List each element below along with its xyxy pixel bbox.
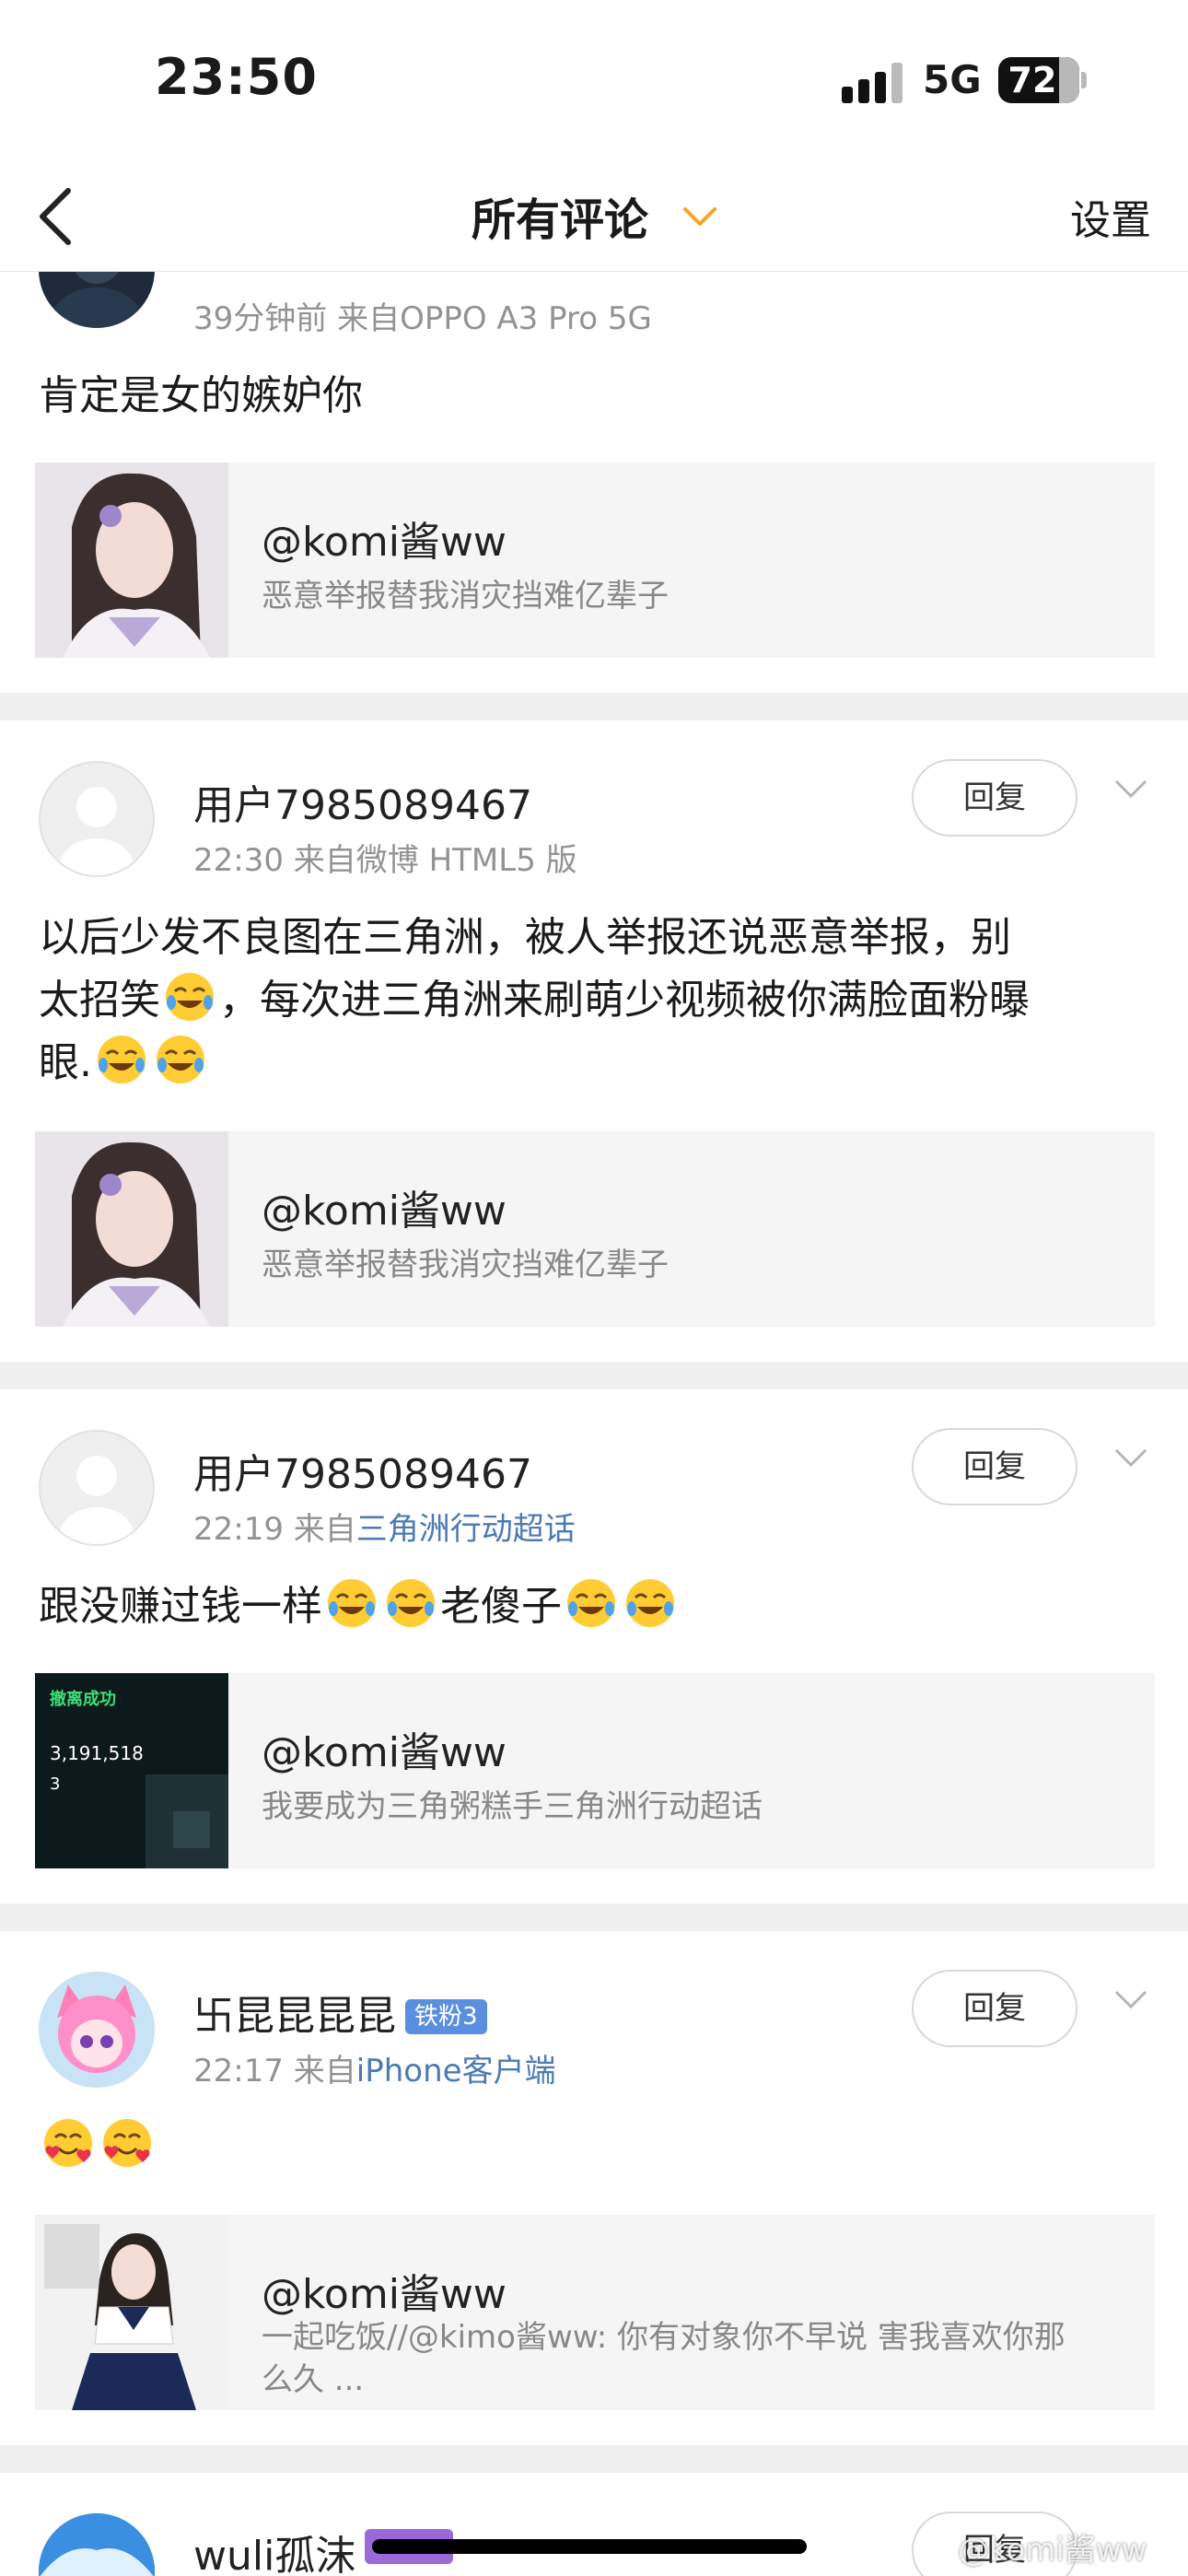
chevron-down-icon[interactable] <box>680 196 720 237</box>
back-button[interactable] <box>31 181 87 252</box>
battery-level: 72 <box>1007 60 1057 100</box>
laughing-emoji-icon <box>166 973 214 1021</box>
chevron-down-icon[interactable] <box>1112 1445 1149 1472</box>
card-title: @komi酱ww <box>262 1729 507 1776</box>
post-card[interactable]: @komi酱ww 一起吃饭//@kimo酱ww: 你有对象你不早说 害我喜欢你那… <box>35 2215 1155 2410</box>
laughing-emoji-icon <box>98 1036 146 1083</box>
comment-meta: 22:30 来自微博 HTML5 版 <box>193 842 577 879</box>
laughing-emoji-icon <box>626 1579 674 1627</box>
reply-button[interactable]: 回复 <box>912 1428 1077 1505</box>
reply-button[interactable]: 回复 <box>912 1970 1077 2047</box>
card-title: @komi酱ww <box>262 519 507 566</box>
avatar[interactable] <box>39 2513 155 2576</box>
comment-username-text: 卐昆昆昆昆 <box>193 1993 396 2040</box>
status-bar: 23:50 5G 72 <box>0 0 1188 161</box>
card-title: @komi酱ww <box>262 2271 507 2318</box>
comment-text: 跟没赚过钱一样 老傻子 <box>39 1575 1153 1638</box>
comment-text-line: 以后少发不良图在三角洲，被人举报还说恶意举报，别 <box>39 914 1011 961</box>
comment-text-line: 老傻子 <box>440 1583 562 1630</box>
comment-meta-time: 22:17 来自 <box>193 2053 356 2090</box>
chevron-down-icon[interactable] <box>1112 1986 1149 2014</box>
card-subtitle: 恶意举报替我消灾挡难亿辈子 <box>262 1247 669 1283</box>
post-thumbnail <box>35 1131 228 1327</box>
post-thumbnail <box>35 463 228 658</box>
client-link[interactable]: iPhone客户端 <box>356 2053 556 2090</box>
watermark: @komi酱ww <box>958 2532 1147 2569</box>
home-indicator[interactable] <box>372 2539 807 2554</box>
back-icon <box>40 188 71 245</box>
comment-username-text: wuli孤沫 <box>193 2533 356 2576</box>
thumb-count: 3 <box>50 1774 60 1794</box>
smiling-hearts-emoji-icon <box>44 2119 92 2167</box>
card-subtitle-line: 么久 ... <box>262 2361 365 2398</box>
reply-button[interactable]: 回复 <box>912 759 1077 837</box>
avatar[interactable] <box>39 1972 155 2088</box>
thumb-heading: 撤离成功 <box>50 1689 116 1709</box>
post-thumbnail <box>35 2215 228 2410</box>
comment-username[interactable]: 卐昆昆昆昆 铁粉3 <box>193 1983 487 2042</box>
card-title: @komi酱ww <box>262 1188 507 1235</box>
comment-text: 以后少发不良图在三角洲，被人举报还说恶意举报，别 太招笑 ，每次进三角洲来刷萌少视… <box>39 907 1153 1095</box>
thumb-value: 3,191,518 <box>50 1742 144 1764</box>
signal-icon <box>842 63 904 103</box>
comment-text-line: 跟没赚过钱一样 <box>39 1583 322 1630</box>
laughing-emoji-icon <box>157 1036 204 1083</box>
post-thumbnail: 撤离成功 3,191,518 3 <box>35 1673 228 1868</box>
fan-badge: 铁粉3 <box>405 1999 487 2034</box>
network-type: 5G <box>923 57 982 102</box>
laughing-emoji-icon <box>387 1579 435 1627</box>
post-card[interactable]: @komi酱ww 恶意举报替我消灾挡难亿辈子 <box>35 463 1155 658</box>
comment-username[interactable]: 用户7985089467 <box>193 772 532 831</box>
card-subtitle: 一起吃饭//@kimo酱ww: 你有对象你不早说 害我喜欢你那 么久 ... <box>262 2316 1136 2401</box>
card-subtitle: 恶意举报替我消灾挡难亿辈子 <box>262 578 669 615</box>
comment-meta: 22:17 来自iPhone客户端 <box>193 2045 556 2090</box>
post-card[interactable]: 撤离成功 3,191,518 3 @komi酱ww 我要成为三角粥糕手三角洲行动… <box>35 1673 1155 1868</box>
topic-link[interactable]: 三角洲行动超话 <box>356 1511 576 1548</box>
post-card[interactable]: @komi酱ww 恶意举报替我消灾挡难亿辈子 <box>35 1131 1155 1327</box>
laughing-emoji-icon <box>328 1579 376 1627</box>
avatar[interactable] <box>39 1430 155 1546</box>
smiling-hearts-emoji-icon <box>103 2119 151 2167</box>
page-title[interactable]: 所有评论 <box>472 183 648 248</box>
settings-button[interactable]: 设置 <box>1070 187 1151 246</box>
comment-meta: 22:19 来自三角洲行动超话 <box>193 1504 576 1549</box>
comment-text-line: 眼. <box>39 1039 92 1086</box>
battery-icon: 72 <box>998 57 1079 103</box>
comment-username[interactable]: 用户7985089467 <box>193 1441 532 1500</box>
chevron-down-icon[interactable] <box>1112 776 1149 803</box>
comment-meta-time: 22:19 来自 <box>193 1511 356 1548</box>
comment-meta: 39分钟前 来自OPPO A3 Pro 5G <box>193 300 652 337</box>
card-subtitle: 我要成为三角粥糕手三角洲行动超话 <box>262 1788 763 1825</box>
card-subtitle-line: 一起吃饭//@kimo酱ww: 你有对象你不早说 害我喜欢你那 <box>262 2319 1066 2356</box>
comment-text-line: ，每次进三角洲来刷萌少视频被你满脸面粉曝 <box>219 977 1030 1024</box>
nav-bar: 所有评论 设置 <box>0 161 1188 272</box>
laughing-emoji-icon <box>567 1579 615 1627</box>
comment-text <box>39 2115 1153 2178</box>
status-time: 23:50 <box>155 48 318 106</box>
comment-text: 肯定是女的嫉妒你 <box>39 372 363 419</box>
comment-text-line: 太招笑 <box>39 977 160 1024</box>
avatar[interactable] <box>39 761 155 877</box>
